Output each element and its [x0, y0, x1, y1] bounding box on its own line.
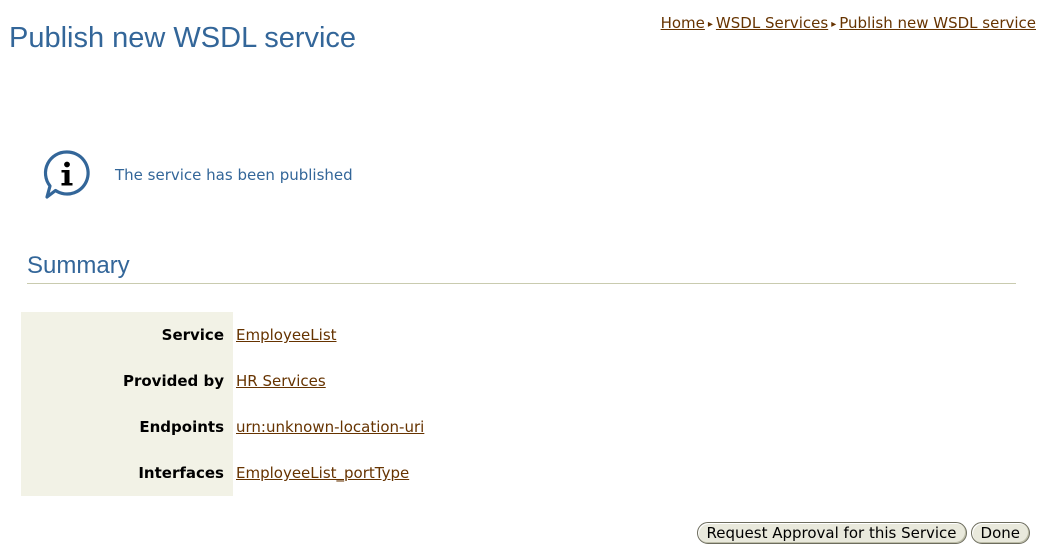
summary-row-service: Service EmployeeList [21, 312, 424, 358]
breadcrumb-separator: ▸ [831, 19, 837, 30]
interface-link[interactable]: EmployeeList_portType [236, 464, 409, 482]
provider-link[interactable]: HR Services [236, 372, 326, 390]
button-bar: Request Approval for this Service Done [696, 522, 1030, 544]
breadcrumb-wsdl-services-link[interactable]: WSDL Services [716, 14, 828, 32]
interfaces-value-cell: EmployeeList_portType [233, 450, 424, 496]
breadcrumb-separator: ▸ [707, 19, 713, 30]
service-link[interactable]: EmployeeList [236, 326, 337, 344]
service-value-cell: EmployeeList [233, 312, 424, 358]
provided-by-label: Provided by [21, 358, 233, 404]
done-button[interactable]: Done [970, 522, 1030, 544]
endpoint-link[interactable]: urn:unknown-location-uri [236, 418, 424, 436]
summary-heading: Summary [27, 252, 130, 279]
summary-row-interfaces: Interfaces EmployeeList_portType [21, 450, 424, 496]
service-label: Service [21, 312, 233, 358]
summary-row-endpoints: Endpoints urn:unknown-location-uri [21, 404, 424, 450]
breadcrumb-home-link[interactable]: Home [661, 14, 705, 32]
interfaces-label: Interfaces [21, 450, 233, 496]
request-approval-button[interactable]: Request Approval for this Service [696, 522, 967, 544]
endpoints-label: Endpoints [21, 404, 233, 450]
info-icon [38, 146, 96, 204]
breadcrumb-publish-link[interactable]: Publish new WSDL service [839, 14, 1036, 32]
confirmation-message: The service has been published [38, 146, 353, 204]
summary-table: Service EmployeeList Provided by HR Serv… [21, 312, 424, 496]
page-title: Publish new WSDL service [9, 22, 357, 54]
summary-row-provided-by: Provided by HR Services [21, 358, 424, 404]
message-text: The service has been published [115, 166, 353, 184]
provided-by-value-cell: HR Services [233, 358, 424, 404]
summary-section-header: Summary [27, 252, 1016, 284]
endpoints-value-cell: urn:unknown-location-uri [233, 404, 424, 450]
breadcrumb: Home ▸ WSDL Services ▸ Publish new WSDL serv… [661, 14, 1036, 32]
